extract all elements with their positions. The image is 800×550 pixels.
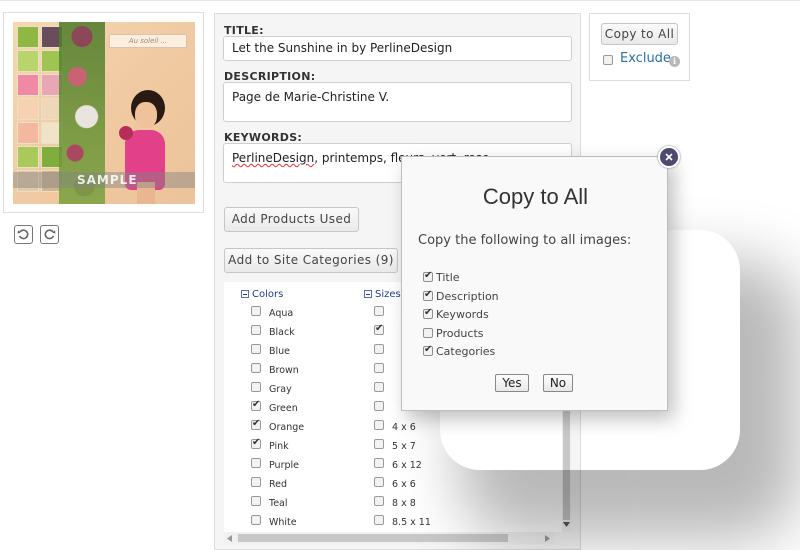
color-category-checkbox[interactable] bbox=[251, 418, 261, 430]
copy-to-all-dialog: Copy to All Copy the following to all im… bbox=[401, 156, 668, 411]
size-category-label: 8 x 8 bbox=[392, 498, 416, 509]
copy-option-checkbox[interactable] bbox=[423, 289, 433, 301]
color-category-label: Purple bbox=[269, 460, 300, 471]
scroll-left-arrow-icon[interactable] bbox=[227, 535, 232, 542]
color-category-checkbox[interactable] bbox=[251, 363, 261, 373]
color-category-checkbox[interactable] bbox=[251, 496, 261, 506]
close-icon[interactable] bbox=[658, 146, 680, 168]
size-category-checkbox[interactable] bbox=[374, 306, 384, 316]
thumbnail-flower bbox=[119, 126, 133, 140]
watermark-text: SAMPLE bbox=[77, 173, 138, 187]
copy-option-label: Title bbox=[436, 271, 460, 284]
no-button[interactable]: No bbox=[543, 374, 573, 392]
copy-to-all-button[interactable]: Copy to All bbox=[601, 23, 678, 45]
size-category-label: 8.5 x 11 bbox=[392, 517, 431, 528]
size-category-checkbox[interactable] bbox=[374, 477, 384, 487]
thumbnail-girl-face bbox=[135, 102, 157, 128]
size-category-checkbox[interactable] bbox=[374, 420, 384, 430]
exclude-checkbox[interactable] bbox=[603, 55, 613, 65]
scroll-right-arrow-icon[interactable] bbox=[545, 535, 550, 542]
color-category-checkbox[interactable] bbox=[251, 515, 261, 525]
rotate-cw-icon bbox=[44, 229, 56, 240]
size-category-label: 6 x 12 bbox=[392, 460, 422, 471]
thumbnail-tag: Au soleil ... bbox=[109, 34, 187, 48]
size-category-label: 4 x 6 bbox=[392, 422, 416, 433]
scrollbar-thumb[interactable] bbox=[238, 534, 508, 542]
color-category-label: Red bbox=[269, 479, 288, 490]
color-category-label: White bbox=[269, 517, 297, 528]
size-category-label: 5 x 7 bbox=[392, 441, 416, 452]
size-category-checkbox[interactable] bbox=[374, 363, 384, 373]
collapse-icon[interactable] bbox=[241, 290, 249, 298]
scroll-down-arrow-icon[interactable] bbox=[563, 522, 570, 528]
copy-option-checkbox[interactable] bbox=[423, 307, 433, 319]
sizes-group-heading[interactable]: Sizes bbox=[364, 289, 401, 300]
colors-group-heading[interactable]: Colors bbox=[241, 289, 283, 300]
top-border bbox=[0, 0, 800, 1]
size-category-checkbox[interactable] bbox=[374, 401, 384, 411]
copy-option-label: Keywords bbox=[436, 308, 489, 321]
title-input[interactable]: Let the Sunshine in by PerlineDesign bbox=[223, 36, 572, 61]
color-category-checkbox[interactable] bbox=[251, 458, 261, 468]
copy-option-checkbox[interactable] bbox=[423, 344, 433, 356]
color-category-checkbox[interactable] bbox=[251, 306, 261, 316]
size-category-checkbox[interactable] bbox=[374, 323, 384, 335]
rotate-ccw-icon bbox=[17, 229, 29, 240]
description-textarea[interactable]: Page de Marie-Christine V. bbox=[223, 82, 572, 122]
dialog-prompt: Copy the following to all images: bbox=[418, 233, 632, 248]
copy-option-checkbox[interactable] bbox=[423, 327, 433, 338]
color-category-checkbox[interactable] bbox=[251, 344, 261, 354]
close-arrows-icon bbox=[665, 153, 673, 161]
color-category-checkbox[interactable] bbox=[251, 399, 261, 411]
image-thumbnail[interactable]: Au soleil ... SAMPLE bbox=[13, 22, 195, 204]
color-category-label: Pink bbox=[269, 441, 289, 452]
categories-horizontal-scrollbar[interactable] bbox=[224, 532, 554, 544]
color-category-label: Teal bbox=[269, 498, 288, 509]
color-category-checkbox[interactable] bbox=[251, 437, 261, 449]
exclude-label[interactable]: Exclude bbox=[620, 51, 671, 66]
keywords-misspelled-word: PerlineDesign bbox=[232, 151, 315, 165]
copy-option-checkbox[interactable] bbox=[423, 270, 433, 282]
color-category-label: Aqua bbox=[269, 308, 294, 319]
copy-option-label: Products bbox=[436, 326, 484, 340]
copy-option-label: Categories bbox=[436, 345, 496, 358]
copy-option-label: Description bbox=[436, 289, 499, 303]
rotate-right-button[interactable] bbox=[40, 225, 59, 244]
rotate-left-button[interactable] bbox=[14, 225, 33, 244]
size-category-checkbox[interactable] bbox=[374, 344, 384, 354]
size-category-checkbox[interactable] bbox=[374, 515, 384, 525]
add-site-categories-button[interactable]: Add to Site Categories (9) bbox=[224, 248, 398, 273]
color-category-checkbox[interactable] bbox=[251, 477, 261, 487]
collapse-icon[interactable] bbox=[364, 290, 372, 298]
image-thumbnail-card: Au soleil ... SAMPLE bbox=[3, 12, 204, 213]
size-category-checkbox[interactable] bbox=[374, 382, 384, 392]
yes-button[interactable]: Yes bbox=[495, 374, 529, 392]
size-category-checkbox[interactable] bbox=[374, 439, 384, 449]
add-products-used-button[interactable]: Add Products Used bbox=[224, 207, 359, 232]
color-category-checkbox[interactable] bbox=[251, 382, 261, 392]
size-category-checkbox[interactable] bbox=[374, 496, 384, 506]
color-category-label: Orange bbox=[269, 422, 305, 433]
color-category-label: Blue bbox=[269, 346, 291, 357]
color-category-label: Black bbox=[269, 327, 295, 338]
color-category-label: Green bbox=[269, 403, 298, 414]
color-category-label: Gray bbox=[269, 384, 292, 395]
size-category-label: 6 x 6 bbox=[392, 479, 416, 490]
dialog-title: Copy to All bbox=[482, 184, 589, 209]
info-icon[interactable]: i bbox=[669, 56, 680, 67]
color-category-checkbox[interactable] bbox=[251, 325, 261, 335]
size-category-checkbox[interactable] bbox=[374, 458, 384, 468]
color-category-label: Brown bbox=[269, 365, 299, 376]
